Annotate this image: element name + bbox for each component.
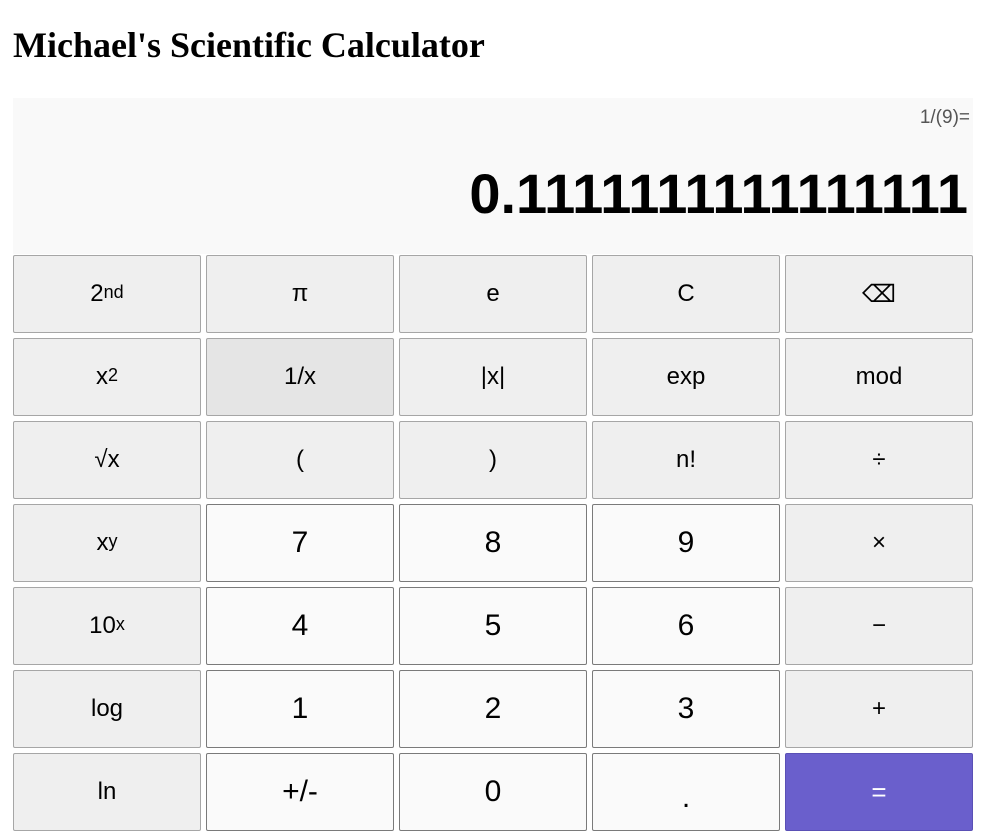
result-readout: 0.1111111111111111 <box>469 162 968 225</box>
square-label-sup: 2 <box>107 364 118 385</box>
power-button[interactable]: xy <box>13 504 201 582</box>
calculator-display: 1/(9)= 0.1111111111111111 <box>13 98 973 254</box>
open-paren-button[interactable]: ( <box>206 421 394 499</box>
digit-7-button[interactable]: 7 <box>206 504 394 582</box>
divide-label: ÷ <box>872 446 886 473</box>
keypad: 2nd π e C ⌫ x2 1/x |x| exp mod √x ( ) n!… <box>13 255 973 831</box>
decimal-button[interactable]: . <box>592 753 780 831</box>
digit-1-label: 1 <box>291 692 309 725</box>
close-paren-label: ) <box>489 446 497 473</box>
backspace-button[interactable]: ⌫ <box>785 255 973 333</box>
multiply-label: × <box>871 529 886 556</box>
power-label-base: x <box>96 529 109 556</box>
digit-4-button[interactable]: 4 <box>206 587 394 665</box>
digit-6-button[interactable]: 6 <box>592 587 780 665</box>
reciprocal-label: 1/x <box>283 363 316 390</box>
digit-4-label: 4 <box>291 609 309 642</box>
euler-button[interactable]: e <box>399 255 587 333</box>
digit-8-label: 8 <box>484 526 502 559</box>
minus-label: − <box>871 612 886 639</box>
euler-label: e <box>486 280 500 307</box>
negate-label: +/- <box>282 775 318 808</box>
log-button[interactable]: log <box>13 670 201 748</box>
calculator-page: Michael's Scientific Calculator 1/(9)= 0… <box>0 0 982 840</box>
minus-button[interactable]: − <box>785 587 973 665</box>
square-root-label: √x <box>94 446 120 473</box>
digit-5-label: 5 <box>484 609 502 642</box>
ln-label: ln <box>97 778 117 805</box>
equals-label: = <box>871 776 887 807</box>
ten-power-button[interactable]: 10 x <box>13 587 201 665</box>
backspace-icon: ⌫ <box>862 280 896 308</box>
close-paren-button[interactable]: ) <box>399 421 587 499</box>
second-label-base: 2 <box>90 280 104 307</box>
power-label-sup: y <box>108 530 118 551</box>
digit-0-label: 0 <box>484 775 502 808</box>
second-function-button[interactable]: 2nd <box>13 255 201 333</box>
exp-button[interactable]: exp <box>592 338 780 416</box>
negate-button[interactable]: +/- <box>206 753 394 831</box>
digit-2-button[interactable]: 2 <box>399 670 587 748</box>
digit-3-button[interactable]: 3 <box>592 670 780 748</box>
digit-9-label: 9 <box>677 526 695 559</box>
digit-5-button[interactable]: 5 <box>399 587 587 665</box>
mod-button[interactable]: mod <box>785 338 973 416</box>
pi-button[interactable]: π <box>206 255 394 333</box>
absolute-value-button[interactable]: |x| <box>399 338 587 416</box>
reciprocal-button[interactable]: 1/x <box>206 338 394 416</box>
digit-7-label: 7 <box>291 526 309 559</box>
square-label-base: x <box>95 363 108 390</box>
second-label-sup: nd <box>103 281 124 302</box>
digit-1-button[interactable]: 1 <box>206 670 394 748</box>
factorial-button[interactable]: n! <box>592 421 780 499</box>
clear-button[interactable]: C <box>592 255 780 333</box>
digit-2-label: 2 <box>484 692 502 725</box>
square-button[interactable]: x2 <box>13 338 201 416</box>
expression-readout: 1/(9)= <box>919 107 970 128</box>
plus-label: + <box>871 695 886 722</box>
factorial-label: n! <box>675 446 696 473</box>
divide-button[interactable]: ÷ <box>785 421 973 499</box>
absolute-value-label: |x| <box>480 363 506 390</box>
ten-power-label-sup: x <box>115 613 125 634</box>
clear-label: C <box>677 280 695 307</box>
decimal-label: . <box>681 781 691 814</box>
page-title: Michael's Scientific Calculator <box>13 25 485 65</box>
equals-button[interactable]: = <box>785 753 973 831</box>
digit-6-label: 6 <box>677 609 695 642</box>
log-label: log <box>90 695 124 722</box>
digit-0-button[interactable]: 0 <box>399 753 587 831</box>
open-paren-label: ( <box>296 446 304 473</box>
digit-8-button[interactable]: 8 <box>399 504 587 582</box>
multiply-button[interactable]: × <box>785 504 973 582</box>
ln-button[interactable]: ln <box>13 753 201 831</box>
square-root-button[interactable]: √x <box>13 421 201 499</box>
pi-label: π <box>291 280 309 307</box>
digit-9-button[interactable]: 9 <box>592 504 780 582</box>
plus-button[interactable]: + <box>785 670 973 748</box>
digit-3-label: 3 <box>677 692 695 725</box>
exp-label: exp <box>666 363 706 390</box>
mod-label: mod <box>855 363 903 390</box>
ten-power-label-base: 10 <box>89 612 116 639</box>
